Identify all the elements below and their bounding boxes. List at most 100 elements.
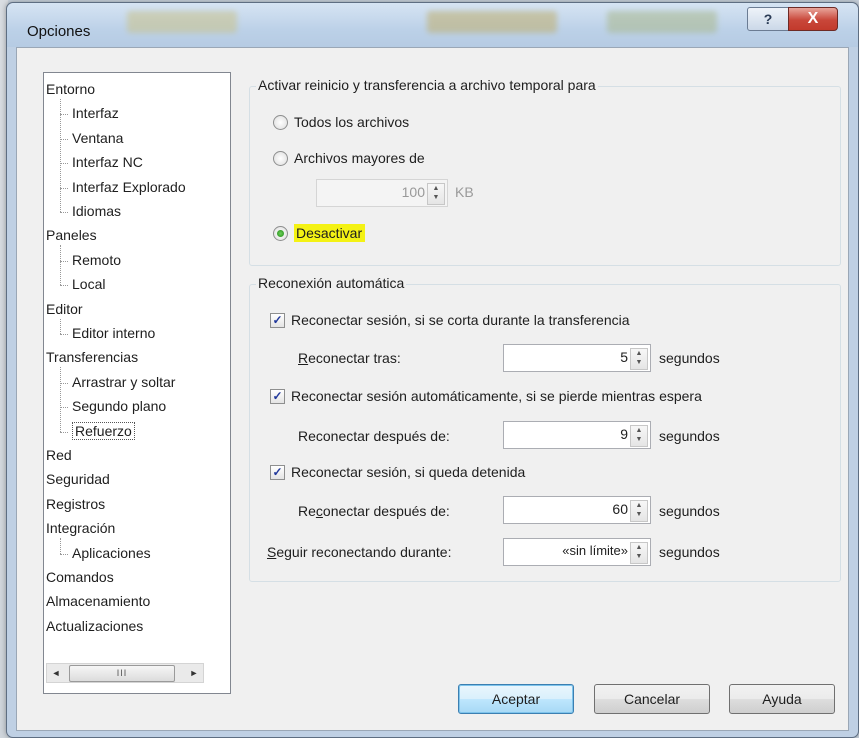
tree-item-label: Actualizaciones	[46, 617, 144, 634]
keep-reconnecting-spin-icon[interactable]: ▲ ▼	[630, 542, 648, 564]
checkbox-reconnect-stalled[interactable]: ✓ Reconectar sesión, si queda detenida	[270, 464, 525, 480]
keep-reconnecting-unit: segundos	[659, 544, 720, 560]
tree-connector	[60, 114, 68, 116]
scroll-left-icon[interactable]: ◄	[47, 664, 65, 682]
tree-item[interactable]: Red	[46, 445, 72, 465]
cancel-button[interactable]: Cancelar	[594, 684, 710, 714]
tree-item[interactable]: Registros	[46, 494, 105, 514]
tree-item[interactable]: Ventana	[72, 128, 123, 148]
options-dialog: Opciones ? X ◄ III ► Entorno Interfaz Vent…	[6, 2, 859, 738]
checkbox-reconnect-stalled-box[interactable]: ✓	[270, 464, 285, 480]
reconnect-after3-post: onectar después de:	[322, 503, 450, 519]
tree-item-label: Arrastrar y soltar	[72, 373, 176, 390]
tree-item-label: Editor interno	[72, 325, 156, 341]
tree-connector	[60, 212, 68, 213]
tree-item-label: Almacenamiento	[46, 593, 151, 610]
radio-all-files-label: Todos los archivos	[294, 114, 410, 130]
title-bar[interactable]: Opciones ? X	[7, 3, 858, 47]
radio-larger-files[interactable]: Archivos mayores de	[273, 150, 425, 166]
tree-item[interactable]: Remoto	[72, 250, 121, 270]
radio-larger-files-label: Archivos mayores de	[294, 150, 425, 166]
help-icon[interactable]: ?	[747, 7, 789, 31]
tree-item[interactable]: Almacenamiento	[46, 591, 150, 611]
tree-connector	[60, 318, 61, 334]
tree-item-label: Entorno	[46, 81, 96, 97]
tree-item-label: Remoto	[72, 251, 122, 268]
tree-item[interactable]: Aplicaciones	[72, 543, 151, 563]
radio-disable-dot[interactable]	[273, 225, 288, 241]
radio-disable-label: Desactivar	[294, 224, 366, 242]
tree-item[interactable]: Actualizaciones	[46, 616, 143, 636]
reconnect-after-spin-icon[interactable]: ▲ ▼	[630, 348, 648, 370]
tree-item[interactable]: Interfaz Explorado	[72, 177, 186, 197]
tree-item-label: Integración	[46, 520, 116, 537]
tree-item[interactable]: Local	[72, 274, 105, 294]
tree-item[interactable]: Seguridad	[46, 469, 110, 489]
reconnect-after-accel: R	[298, 350, 309, 366]
checkbox-reconnect-transfer-label: Reconectar sesión, si se corta durante l…	[291, 312, 630, 328]
tree-connector	[60, 245, 61, 286]
reconnect-after3-accel: c	[315, 503, 323, 519]
tree-connector	[60, 431, 68, 433]
size-unit-label: KB	[455, 184, 474, 200]
keep-reconnecting-value: «sin límite»	[562, 543, 628, 558]
reconnect-after-unit: segundos	[659, 350, 720, 366]
reconnect-after3-input[interactable]: 60 ▲ ▼	[503, 496, 651, 524]
reconnect-after-value: 5	[620, 349, 628, 365]
size-threshold-input[interactable]: 100 ▲ ▼	[316, 179, 448, 207]
tree-item[interactable]: Segundo plano	[72, 396, 166, 416]
checkbox-reconnect-transfer[interactable]: ✓ Reconectar sesión, si se corta durante…	[270, 312, 630, 328]
keep-reconnecting-input[interactable]: «sin límite» ▲ ▼	[503, 538, 651, 566]
size-spin-arrows-icon[interactable]: ▲ ▼	[427, 183, 445, 205]
ok-button[interactable]: Aceptar	[458, 684, 574, 714]
tree-item[interactable]: Entorno	[46, 79, 95, 99]
radio-disable[interactable]: Desactivar	[273, 224, 366, 242]
checkbox-reconnect-idle-label: Reconectar sesión automáticamente, si se…	[291, 388, 702, 404]
reconnect-after3-unit: segundos	[659, 503, 720, 519]
reconnect-after3-spin-icon[interactable]: ▲ ▼	[630, 500, 648, 522]
tree-connector	[60, 260, 68, 262]
options-tree[interactable]: ◄ III ► Entorno Interfaz Ventana Interfaz N…	[43, 72, 231, 694]
tree-item[interactable]: Refuerzo	[72, 421, 135, 441]
tree-connector	[60, 367, 61, 432]
tree-item[interactable]: Integración	[46, 518, 115, 538]
tree-item[interactable]: Paneles	[46, 225, 97, 245]
tree-item-label: Local	[72, 276, 106, 293]
checkbox-reconnect-transfer-box[interactable]: ✓	[270, 312, 285, 328]
tree-item[interactable]: Transferencias	[46, 347, 138, 367]
tree-item-label: Interfaz NC	[72, 154, 143, 171]
checkbox-reconnect-stalled-label: Reconectar sesión, si queda detenida	[291, 464, 526, 480]
tree-item-label: Ventana	[72, 129, 124, 146]
radio-all-files-dot[interactable]	[273, 114, 288, 130]
reconnect-after2-input[interactable]: 9 ▲ ▼	[503, 421, 651, 449]
tree-item[interactable]: Editor interno	[72, 323, 155, 343]
tree-connector	[60, 163, 68, 165]
reconnect-after2-spin-icon[interactable]: ▲ ▼	[630, 425, 648, 447]
tree-item[interactable]: Editor	[46, 299, 83, 319]
help-button[interactable]: Ayuda	[729, 684, 835, 714]
window-title: Opciones	[27, 23, 91, 40]
scroll-right-icon[interactable]: ►	[185, 664, 203, 682]
tree-item[interactable]: Interfaz	[72, 103, 119, 123]
radio-larger-files-dot[interactable]	[273, 150, 288, 166]
reconnect-group-label: Reconexión automática	[256, 275, 407, 291]
reconnect-after2-label: Reconectar después de:	[298, 428, 450, 444]
dialog-client: ◄ III ► Entorno Interfaz Ventana Interfaz N…	[16, 47, 849, 731]
tree-item[interactable]: Idiomas	[72, 201, 121, 221]
checkbox-reconnect-idle[interactable]: ✓ Reconectar sesión automáticamente, si …	[270, 388, 702, 404]
tree-connector	[60, 285, 68, 287]
tree-item-label: Editor	[46, 300, 83, 317]
radio-all-files[interactable]: Todos los archivos	[273, 114, 409, 130]
tree-item-label: Seguridad	[46, 471, 110, 488]
reconnect-after-input[interactable]: 5 ▲ ▼	[503, 344, 651, 372]
tree-item-label: Interfaz	[72, 105, 119, 122]
tree-item-label: Comandos	[46, 569, 114, 585]
checkbox-reconnect-idle-box[interactable]: ✓	[270, 388, 285, 404]
close-icon[interactable]: X	[788, 7, 838, 31]
tree-item[interactable]: Interfaz NC	[72, 152, 143, 172]
scroll-thumb[interactable]: III	[69, 665, 175, 682]
tree-item[interactable]: Comandos	[46, 567, 114, 587]
tree-item-label: Red	[46, 447, 72, 463]
tree-hscrollbar[interactable]: ◄ III ►	[46, 663, 204, 683]
tree-item[interactable]: Arrastrar y soltar	[72, 372, 175, 392]
